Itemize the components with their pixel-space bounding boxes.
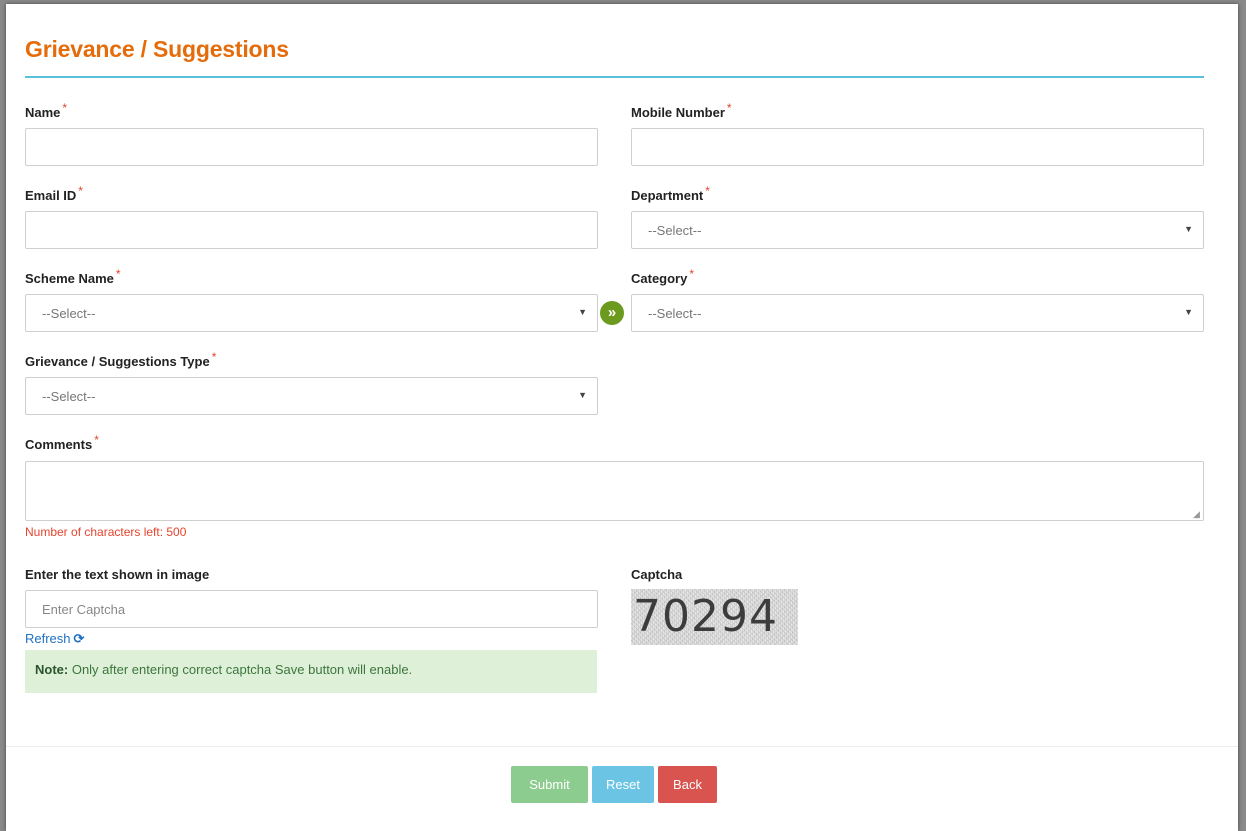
required-marker: * — [115, 267, 121, 281]
email-label-text: Email ID — [25, 188, 77, 203]
scheme-label-text: Scheme Name — [25, 271, 114, 286]
refresh-label: Refresh — [25, 631, 71, 646]
category-label-text: Category — [631, 271, 688, 286]
refresh-icon: ⟳ — [73, 631, 85, 646]
required-marker: * — [62, 101, 68, 115]
required-marker: * — [726, 101, 732, 115]
category-selected-value: --Select-- — [648, 306, 702, 321]
required-marker: * — [689, 267, 695, 281]
character-counter: Number of characters left: 500 — [25, 525, 187, 539]
note-text: Only after entering correct captcha Save… — [68, 662, 413, 677]
scheme-selected-value: --Select-- — [42, 306, 96, 321]
footer-divider — [6, 746, 1238, 747]
submit-button[interactable]: Submit — [511, 766, 588, 803]
category-label: Category * — [631, 267, 694, 286]
department-select[interactable]: --Select-- ▼ — [631, 211, 1204, 249]
scheme-label: Scheme Name * — [25, 267, 121, 286]
scheme-name-select[interactable]: --Select-- ▼ — [25, 294, 598, 332]
email-label: Email ID * — [25, 184, 83, 203]
department-label: Department * — [631, 184, 710, 203]
department-label-text: Department — [631, 188, 704, 203]
captcha-input-label: Enter the text shown in image — [25, 567, 210, 582]
caret-down-icon: ▼ — [1184, 307, 1193, 317]
name-label-text: Name — [25, 105, 61, 120]
mobile-label-text: Mobile Number — [631, 105, 725, 120]
title-divider — [25, 76, 1204, 78]
required-marker: * — [78, 184, 83, 198]
captcha-image: 70294 — [631, 589, 798, 645]
grievance-form-panel: Grievance / Suggestions Name * Mobile Num… — [6, 4, 1238, 831]
captcha-label: Captcha — [631, 567, 683, 582]
refresh-link[interactable]: Refresh ⟳ — [25, 631, 84, 647]
caret-down-icon: ▼ — [1184, 224, 1193, 234]
double-chevron-right-icon[interactable]: » — [600, 301, 624, 325]
required-marker: * — [211, 350, 217, 364]
required-marker: * — [94, 433, 99, 447]
resize-handle-icon[interactable]: ◢ — [1193, 510, 1200, 519]
grievance-type-selected-value: --Select-- — [42, 389, 96, 404]
category-select[interactable]: --Select-- ▼ — [631, 294, 1204, 332]
note-prefix: Note: — [35, 662, 69, 677]
comments-label: Comments * — [25, 433, 99, 452]
caret-down-icon: ▼ — [578, 390, 587, 400]
mobile-label: Mobile Number * — [631, 101, 732, 120]
department-selected-value: --Select-- — [648, 223, 702, 238]
grievance-type-select[interactable]: --Select-- ▼ — [25, 377, 598, 415]
caret-down-icon: ▼ — [578, 307, 587, 317]
required-marker: * — [705, 184, 710, 198]
captcha-input[interactable] — [25, 590, 598, 628]
captcha-text: 70294 — [633, 591, 778, 642]
comments-label-text: Comments — [25, 437, 93, 452]
back-button[interactable]: Back — [658, 766, 717, 803]
comments-textarea[interactable] — [25, 461, 1204, 521]
email-input[interactable] — [25, 211, 598, 249]
page-title: Grievance / Suggestions — [25, 36, 289, 62]
grievance-type-label-text: Grievance / Suggestions Type — [25, 354, 210, 369]
mobile-number-input[interactable] — [631, 128, 1204, 166]
grievance-type-label: Grievance / Suggestions Type * — [25, 350, 216, 369]
reset-button[interactable]: Reset — [592, 766, 654, 803]
captcha-note: Note: Only after entering correct captch… — [25, 650, 597, 693]
name-label: Name * — [25, 101, 67, 120]
name-input[interactable] — [25, 128, 598, 166]
